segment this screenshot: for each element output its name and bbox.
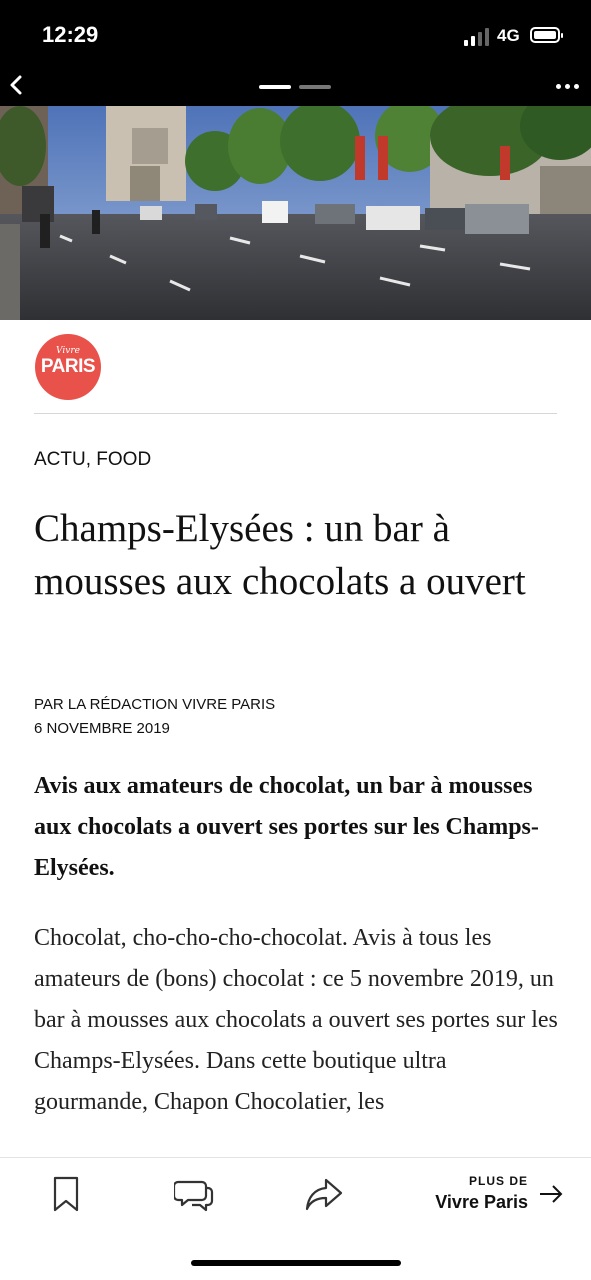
article-date: 6 NOVEMBRE 2019	[34, 720, 170, 737]
home-indicator[interactable]	[191, 1260, 401, 1266]
comments-icon[interactable]	[174, 1174, 214, 1214]
divider	[34, 413, 557, 414]
chevron-left-icon[interactable]	[8, 74, 26, 96]
more-from-label-small: PLUS DE	[468, 1174, 528, 1188]
signal-icon	[464, 28, 492, 46]
publisher-logo-text: PARIS	[40, 356, 96, 377]
arrow-right-icon	[540, 1185, 563, 1203]
more-from-publisher-button[interactable]: PLUS DE Vivre Paris	[420, 1170, 570, 1216]
article-lead: Avis aux amateurs de chocolat, un bar à …	[34, 773, 539, 881]
bottom-toolbar: PLUS DE Vivre Paris	[0, 1157, 591, 1228]
page-indicator	[259, 85, 331, 89]
article-category: ACTU, FOOD	[34, 449, 152, 470]
article-author: PAR LA RÉDACTION VIVRE PARIS	[34, 696, 276, 713]
publisher-logo-small-text: Vivre	[56, 346, 80, 356]
top-bar: 12:29 4G	[0, 0, 591, 106]
network-label: 4G	[497, 26, 520, 45]
share-icon[interactable]	[304, 1174, 344, 1214]
article-title: Champs-Elysées : un bar à mousses aux ch…	[34, 507, 526, 603]
ellipsis-icon[interactable]	[556, 84, 580, 90]
article-byline: PAR LA RÉDACTION VIVRE PARIS 6 NOVEMBRE …	[34, 693, 275, 741]
status-time: 12:29	[42, 22, 99, 47]
more-from-label: Vivre Paris	[435, 1192, 528, 1212]
bookmark-icon[interactable]	[46, 1174, 86, 1214]
publisher-logo[interactable]: Vivre PARIS	[35, 334, 101, 400]
article-body: Chocolat, cho-cho-cho-chocolat. Avis à t…	[34, 925, 558, 1115]
battery-icon	[530, 27, 563, 43]
hero-image	[0, 106, 591, 320]
